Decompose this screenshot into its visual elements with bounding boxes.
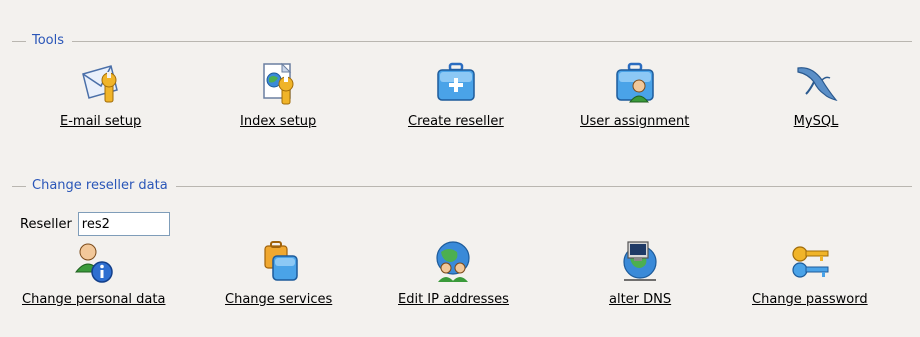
group-divider [175,185,912,187]
group-divider [12,185,26,187]
tool-label: MySQL [793,114,839,129]
change-services-link[interactable]: Change services [225,238,332,307]
group-divider [72,40,912,42]
tool-label: User assignment [580,114,690,129]
password-keys-icon [786,238,834,288]
personal-data-icon [70,238,118,288]
reseller-field-row: Reseller [20,208,170,240]
reseller-input[interactable] [77,212,170,236]
reseller-group-header: Change reseller data [12,178,912,194]
tool-label: Edit IP addresses [398,292,509,307]
index-setup-icon [254,60,302,110]
edit-ip-addresses-link[interactable]: Edit IP addresses [398,238,509,307]
tool-label: Create reseller [408,114,504,129]
change-password-link[interactable]: Change password [752,238,868,307]
email-setup-icon [77,60,125,110]
reseller-group-legend: Change reseller data [32,178,168,193]
dns-icon [616,238,664,288]
ip-addresses-icon [429,238,477,288]
change-personal-data-link[interactable]: Change personal data [22,238,165,307]
tool-label: E-mail setup [60,114,142,129]
tools-group-header: Tools [12,33,912,49]
create-reseller-link[interactable]: Create reseller [408,60,504,129]
reseller-tools-page: Tools E-mail setup Index setup Create re… [0,0,920,337]
services-icon [255,238,303,288]
mysql-link[interactable]: MySQL [792,60,840,129]
user-assignment-icon [611,60,659,110]
alter-dns-link[interactable]: alter DNS [609,238,671,307]
mysql-dolphin-icon [792,60,840,110]
email-setup-link[interactable]: E-mail setup [60,60,141,129]
group-divider [12,40,26,42]
tool-label: Index setup [240,114,317,129]
tool-label: Change services [225,292,333,307]
tool-label: alter DNS [609,292,672,307]
tools-group-legend: Tools [32,33,65,48]
user-assignment-link[interactable]: User assignment [580,60,689,129]
tool-label: Change personal data [22,292,166,307]
reseller-label: Reseller [20,216,72,232]
index-setup-link[interactable]: Index setup [240,60,316,129]
create-reseller-icon [432,60,480,110]
tool-label: Change password [752,292,868,307]
